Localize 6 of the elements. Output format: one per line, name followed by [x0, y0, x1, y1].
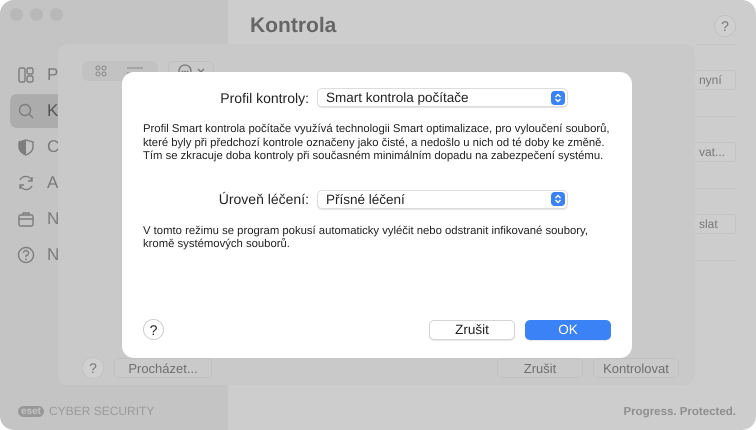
- window-title: Kontrola: [250, 14, 336, 38]
- field-label: Profil kontroly:: [219, 90, 309, 106]
- tagline: Progress. Protected.: [622, 406, 736, 418]
- description: V tomto režimu se program pokusí automaticky vyléčit nebo odstranit infikované soubory, kromě systémových souborů.: [143, 224, 589, 252]
- description: Profil Smart kontrola počítače využívá technologii Smart optimalizace, pro vyloučení souborů, které byly při předchozí kontrole označeny jako čisté, a nedošlo u nich od té doby ke změně. Tím se zkracuje doba kontroly při současném minimálním dopadu na zabezpečení systému.: [143, 123, 611, 164]
- field-label: Úroveň léčení:: [218, 191, 309, 207]
